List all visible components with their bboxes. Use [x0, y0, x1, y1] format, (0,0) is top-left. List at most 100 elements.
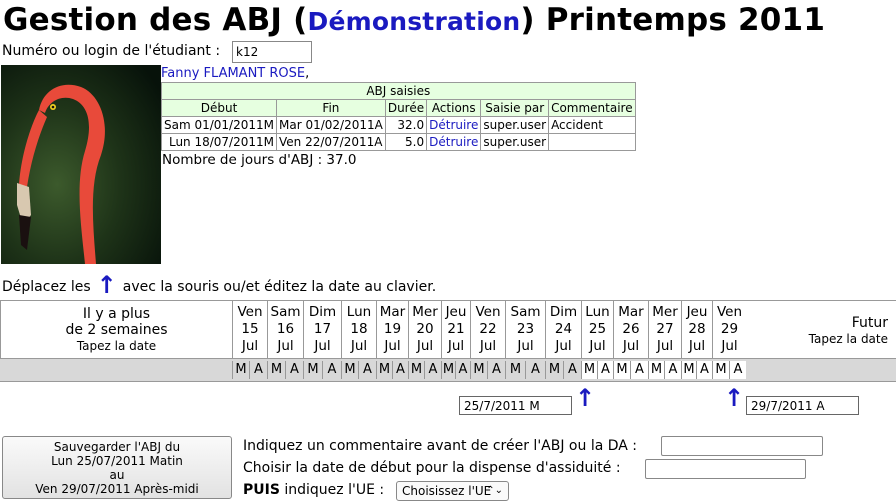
half-day-slot[interactable]: A	[664, 361, 681, 379]
day-month: Jul	[416, 338, 434, 354]
delete-link[interactable]: Détruire	[429, 135, 478, 149]
dispense-date-input[interactable]	[645, 459, 806, 479]
cell-commentaire	[548, 133, 636, 151]
ue-select[interactable]: Choisissez l'UE ⌃⌄	[396, 481, 509, 501]
day-month: Jul	[384, 338, 401, 354]
day-month: Jul	[241, 338, 259, 354]
past-column[interactable]: Il y a plus de 2 semaines Tapez la date	[0, 301, 232, 359]
title-suffix: ) Printemps 2011	[520, 2, 826, 38]
demo-link[interactable]: Démonstration	[308, 7, 521, 36]
save-line1: Sauvegarder l'ABJ du	[53, 440, 181, 454]
half-day-slot[interactable]: A	[729, 361, 746, 379]
half-day-slot[interactable]: M	[613, 361, 630, 379]
half-day-slot[interactable]: A	[249, 361, 267, 379]
day-column[interactable]: Mar 26 Jul	[613, 301, 648, 359]
day-num: 19	[383, 321, 402, 337]
day-month: Jul	[688, 338, 706, 354]
half-day-slot[interactable]: M	[408, 361, 424, 379]
student-name-link[interactable]: Fanny FLAMANT ROSE	[161, 66, 305, 81]
half-day-slot[interactable]: M	[681, 361, 696, 379]
half-day-slot[interactable]: A	[563, 361, 581, 379]
day-month: Jul	[656, 338, 674, 354]
half-day-slot[interactable]: A	[322, 361, 341, 379]
col-saisie-par: Saisie par	[480, 99, 550, 117]
day-name: Jeu	[686, 304, 708, 320]
date-calendar: Il y a plus de 2 semaines Tapez la date …	[0, 300, 896, 382]
half-day-slot[interactable]: M	[545, 361, 563, 379]
day-num: 20	[416, 321, 434, 337]
half-day-slot[interactable]: M	[470, 361, 487, 379]
day-column[interactable]: Jeu 21 Jul	[441, 301, 470, 359]
day-name: Sam	[270, 304, 301, 320]
half-day-slot[interactable]: M	[376, 361, 392, 379]
end-date-input[interactable]	[746, 396, 859, 415]
half-day-slot[interactable]: A	[630, 361, 648, 379]
save-abj-button[interactable]: Sauvegarder l'ABJ du Lun 25/07/2011 Mati…	[2, 436, 232, 499]
day-column[interactable]: Sam 16 Jul	[267, 301, 303, 359]
dispense-label: Choisir la date de début pour la dispens…	[243, 460, 621, 476]
day-column[interactable]: Mer 20 Jul	[408, 301, 441, 359]
half-day-slot[interactable]: M	[712, 361, 729, 379]
ue-select-value: Choisissez l'UE	[402, 484, 492, 498]
abj-table-caption: ABJ saisies	[161, 82, 636, 100]
table-row: Sam 01/01/2011M Mar 01/02/2011A 32.0 Dét…	[161, 116, 636, 134]
half-day-slot[interactable]: A	[597, 361, 613, 379]
future-column[interactable]: Futur Tapez la date	[746, 315, 896, 347]
day-name: Dim	[308, 304, 337, 320]
day-month: Jul	[555, 338, 572, 354]
day-column[interactable]: Sam 23 Jul	[505, 301, 545, 359]
half-day-slot[interactable]: M	[505, 361, 525, 379]
login-row: Numéro ou login de l'étudiant :	[2, 41, 312, 63]
half-day-slot[interactable]: M	[303, 361, 322, 379]
day-month: Jul	[314, 338, 331, 354]
half-day-slot[interactable]: A	[392, 361, 408, 379]
delete-link[interactable]: Détruire	[429, 118, 478, 132]
past-hint: Tapez la date	[76, 339, 157, 353]
day-column[interactable]: Dim 24 Jul	[545, 301, 581, 359]
start-handle-arrow-icon[interactable]: ↑	[575, 386, 595, 410]
day-name: Ven	[475, 304, 501, 320]
ue-label-bold: PUIS	[243, 482, 280, 498]
half-day-slot[interactable]: M	[341, 361, 358, 379]
day-column[interactable]: Ven 29 Jul	[712, 301, 746, 359]
half-day-slot[interactable]: M	[581, 361, 597, 379]
col-debut: Début	[161, 99, 277, 117]
half-day-slot[interactable]: A	[285, 361, 303, 379]
half-day-slot[interactable]: A	[358, 361, 376, 379]
page-title: Gestion des ABJ (Démonstration) Printemp…	[3, 2, 825, 38]
half-day-slot[interactable]: A	[455, 361, 470, 379]
start-date-input[interactable]	[459, 396, 572, 415]
day-name: Ven	[237, 304, 263, 320]
half-day-slot[interactable]: A	[696, 361, 712, 379]
day-num: 23	[516, 321, 535, 337]
day-column[interactable]: Lun 18 Jul	[341, 301, 376, 359]
col-fin: Fin	[276, 99, 386, 117]
half-day-slot[interactable]: M	[267, 361, 285, 379]
half-day-slot[interactable]: A	[424, 361, 441, 379]
ue-label-row: PUIS indiquez l'UE :	[243, 482, 384, 498]
day-name: Jeu	[445, 304, 467, 320]
day-column[interactable]: Lun 25 Jul	[581, 301, 613, 359]
day-name: Dim	[549, 304, 578, 320]
day-column[interactable]: Dim 17 Jul	[303, 301, 341, 359]
student-name-comma: ,	[305, 66, 310, 81]
half-day-slot[interactable]: M	[232, 361, 249, 379]
day-column[interactable]: Ven 15 Jul	[232, 301, 267, 359]
day-column[interactable]: Jeu 28 Jul	[681, 301, 712, 359]
chevron-updown-icon: ⌃⌄	[486, 485, 503, 496]
day-column[interactable]: Mer 27 Jul	[648, 301, 681, 359]
half-day-slot[interactable]: A	[525, 361, 545, 379]
day-num: 28	[688, 321, 706, 337]
day-num: 22	[479, 321, 497, 337]
half-day-slot[interactable]: A	[487, 361, 505, 379]
student-login-input[interactable]	[232, 41, 312, 63]
end-handle-arrow-icon[interactable]: ↑	[724, 386, 744, 410]
day-column[interactable]: Ven 22 Jul	[470, 301, 505, 359]
col-actions: Actions	[426, 99, 482, 117]
day-column[interactable]: Mar 19 Jul	[376, 301, 408, 359]
comment-input[interactable]	[661, 436, 823, 456]
day-month: Jul	[589, 338, 606, 354]
half-day-slot[interactable]: M	[441, 361, 455, 379]
half-day-slot[interactable]: M	[648, 361, 664, 379]
table-row: Lun 18/07/2011M Ven 22/07/2011A 5.0 Détr…	[161, 133, 636, 151]
